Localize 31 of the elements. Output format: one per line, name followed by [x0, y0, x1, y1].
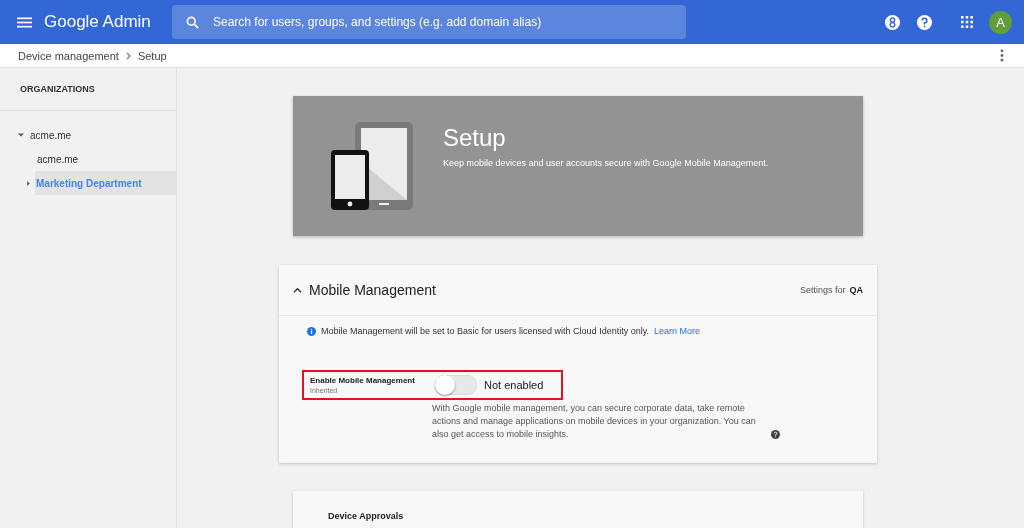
menu-icon[interactable]: [17, 16, 32, 28]
banner-title: Setup: [443, 124, 507, 152]
breadcrumb-item[interactable]: Device management: [18, 49, 119, 62]
sidebar-heading: ORGANIZATIONS: [0, 68, 176, 111]
toggle-status: Not enabled: [484, 379, 544, 391]
caret-icon[interactable]: [18, 132, 24, 138]
tree-item[interactable]: acme.me: [0, 123, 176, 147]
help-icon[interactable]: [771, 430, 780, 440]
setting-label: Enable Mobile Management: [310, 376, 416, 385]
banner-subtitle: Keep mobile devices and user accounts secure with Google Mobile Management.: [443, 158, 769, 168]
info-text: Mobile Management will be set to Basic for users licensed with Cloud Identity only.: [321, 326, 649, 336]
app-title: Google Admin: [44, 12, 152, 32]
info-icon: [307, 326, 316, 336]
badge-icon[interactable]: [884, 13, 901, 31]
tree-item[interactable]: acme.me: [35, 147, 176, 171]
setting-description: With Google mobile management, you can secure corporate data, take remote actions and manage applications on mobile devices in your organization. You can also get access to mobile insights.: [432, 402, 757, 442]
apps-grid-icon[interactable]: [961, 16, 973, 28]
settings-for-label: Settings for: [799, 285, 846, 295]
chevron-icon: [125, 51, 131, 60]
section-title: Device Approvals: [328, 511, 404, 522]
learn-more-link[interactable]: Learn More: [654, 326, 701, 336]
search-icon: [186, 16, 199, 29]
breadcrumb-item: Setup: [137, 49, 167, 62]
caret-icon[interactable]: [26, 180, 31, 186]
org-label: QA: [849, 285, 863, 295]
section-title: Mobile Management: [309, 282, 436, 298]
toggle-switch[interactable]: [435, 375, 477, 395]
search-field[interactable]: Search for users, groups, and settings (e.g. add domain alias): [172, 5, 686, 39]
help-icon[interactable]: [916, 13, 933, 31]
more-icon[interactable]: [1000, 49, 1004, 62]
collapse-icon[interactable]: [293, 287, 302, 293]
